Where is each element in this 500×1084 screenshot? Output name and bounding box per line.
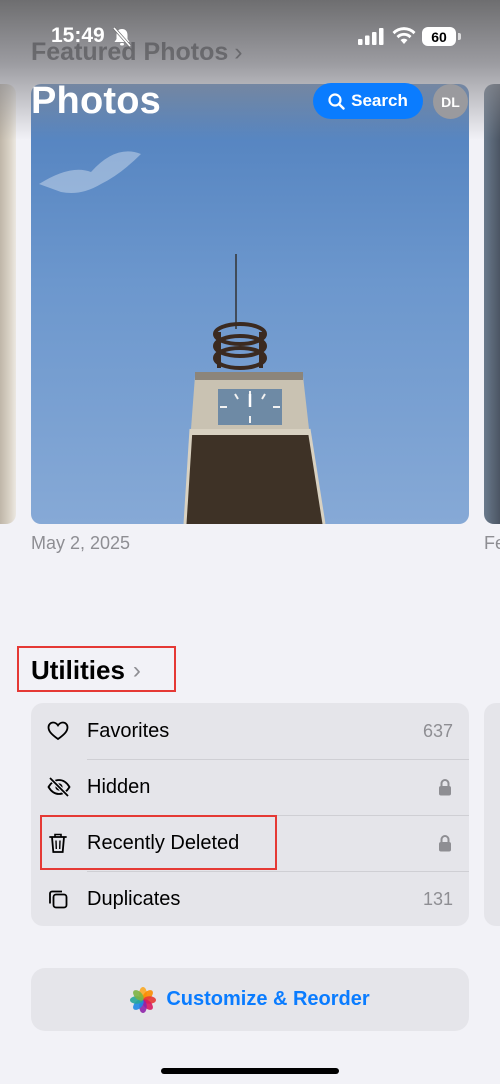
- clock-tower-image: [39, 151, 326, 524]
- photos-app-icon: [130, 986, 157, 1013]
- list-item-hidden[interactable]: Hidden: [31, 759, 469, 815]
- list-item-duplicates[interactable]: Duplicates 131: [31, 871, 469, 927]
- battery-icon: 60: [422, 27, 456, 46]
- wifi-icon: [392, 27, 416, 44]
- favorites-count: 637: [422, 720, 453, 741]
- search-label: Search: [351, 91, 408, 110]
- hidden-label: Hidden: [87, 775, 151, 798]
- featured-photo[interactable]: [31, 84, 469, 524]
- duplicates-icon: [49, 890, 68, 909]
- previous-featured-photo[interactable]: [0, 84, 16, 524]
- next-photo-caption: Fe: [484, 533, 500, 553]
- next-featured-photo[interactable]: [484, 84, 500, 524]
- status-bar: 15:49 60: [0, 0, 500, 72]
- customize-label: Customize & Reorder: [166, 988, 370, 1010]
- duplicates-label: Duplicates: [87, 887, 181, 910]
- next-utilities-card: [484, 703, 500, 926]
- heart-icon: [47, 721, 69, 741]
- avatar[interactable]: DL: [433, 84, 468, 119]
- bell-slash-icon: [113, 27, 131, 47]
- search-icon: [328, 92, 345, 110]
- list-item-favorites[interactable]: Favorites 637: [31, 703, 469, 759]
- home-indicator[interactable]: [161, 1068, 339, 1074]
- duplicates-count: 131: [422, 888, 453, 909]
- customize-reorder-button[interactable]: Customize & Reorder: [31, 968, 469, 1031]
- recently-deleted-highlight-box: [40, 815, 277, 870]
- favorites-label: Favorites: [87, 719, 170, 742]
- lock-icon: [439, 779, 451, 796]
- status-time: 15:49: [51, 24, 105, 47]
- battery-tip: [458, 33, 461, 40]
- cellular-signal-icon: [358, 28, 384, 45]
- eye-slash-icon: [47, 776, 71, 798]
- utilities-highlight-box: [17, 646, 176, 692]
- page-title: Photos: [31, 80, 161, 122]
- lock-icon: [439, 835, 451, 852]
- search-button[interactable]: Search: [313, 83, 423, 119]
- photo-date: May 2, 2025: [31, 533, 131, 553]
